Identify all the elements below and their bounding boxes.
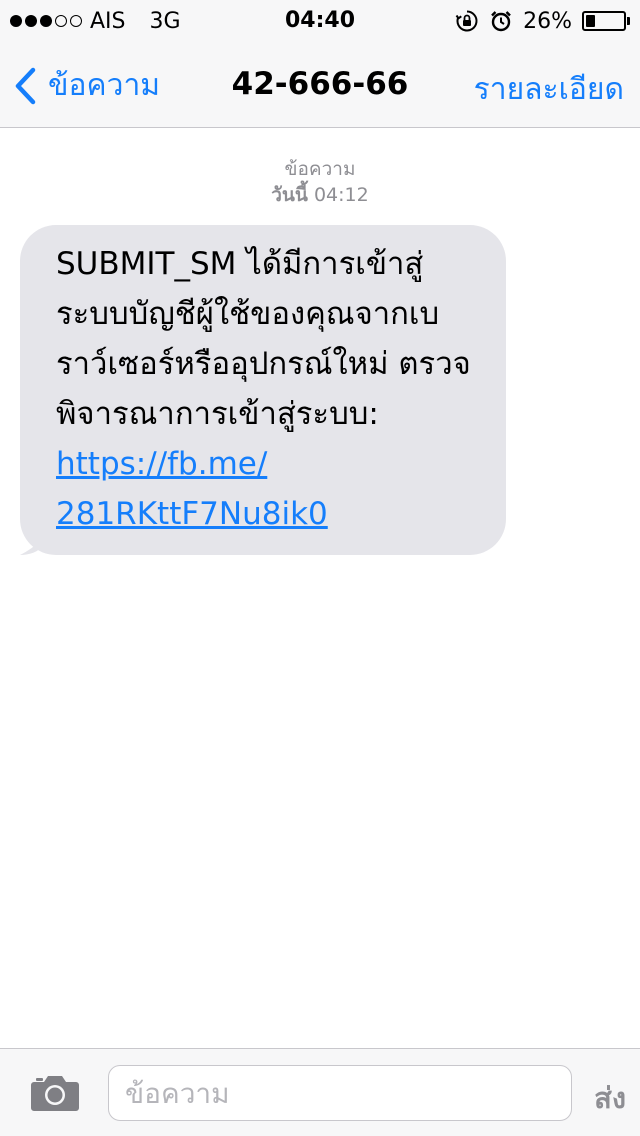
status-bar: AIS 3G 04:40 26%: [0, 0, 640, 40]
conversation-date: วันนี้ 04:12: [0, 182, 640, 208]
message-text: SUBMIT_SM ได้มีการเข้าสู่ ระบบบัญชีผู้ใช…: [56, 246, 471, 432]
battery-icon: [582, 11, 630, 31]
camera-button[interactable]: [30, 1073, 80, 1117]
status-right: 26%: [455, 8, 630, 34]
message-input-bar: ส่ง: [0, 1048, 640, 1136]
conversation-time: 04:12: [313, 184, 369, 206]
camera-icon: [31, 1076, 79, 1111]
battery-percent: 26%: [523, 8, 572, 34]
conversation-day: วันนี้: [271, 184, 308, 206]
incoming-message: SUBMIT_SM ได้มีการเข้าสู่ ระบบบัญชีผู้ใช…: [20, 225, 506, 555]
message-link[interactable]: https://fb.me/ 281RKttF7Nu8ik0: [56, 439, 482, 539]
message-bubble[interactable]: SUBMIT_SM ได้มีการเข้าสู่ ระบบบัญชีผู้ใช…: [20, 225, 506, 555]
battery-body: [582, 11, 626, 31]
conversation-type-label: ข้อความ: [284, 158, 356, 180]
message-input[interactable]: [108, 1065, 572, 1121]
send-button[interactable]: ส่ง: [594, 1075, 626, 1121]
battery-nub: [627, 17, 630, 25]
battery-fill: [586, 15, 596, 27]
navigation-bar: ข้อความ 42-666-66 รายละเอียด: [0, 40, 640, 128]
rotation-lock-icon: [455, 9, 479, 33]
alarm-clock-icon: [489, 9, 513, 33]
details-button[interactable]: รายละเอียด: [474, 66, 624, 113]
conversation-timestamp-header: ข้อความ วันนี้ 04:12: [0, 156, 640, 208]
